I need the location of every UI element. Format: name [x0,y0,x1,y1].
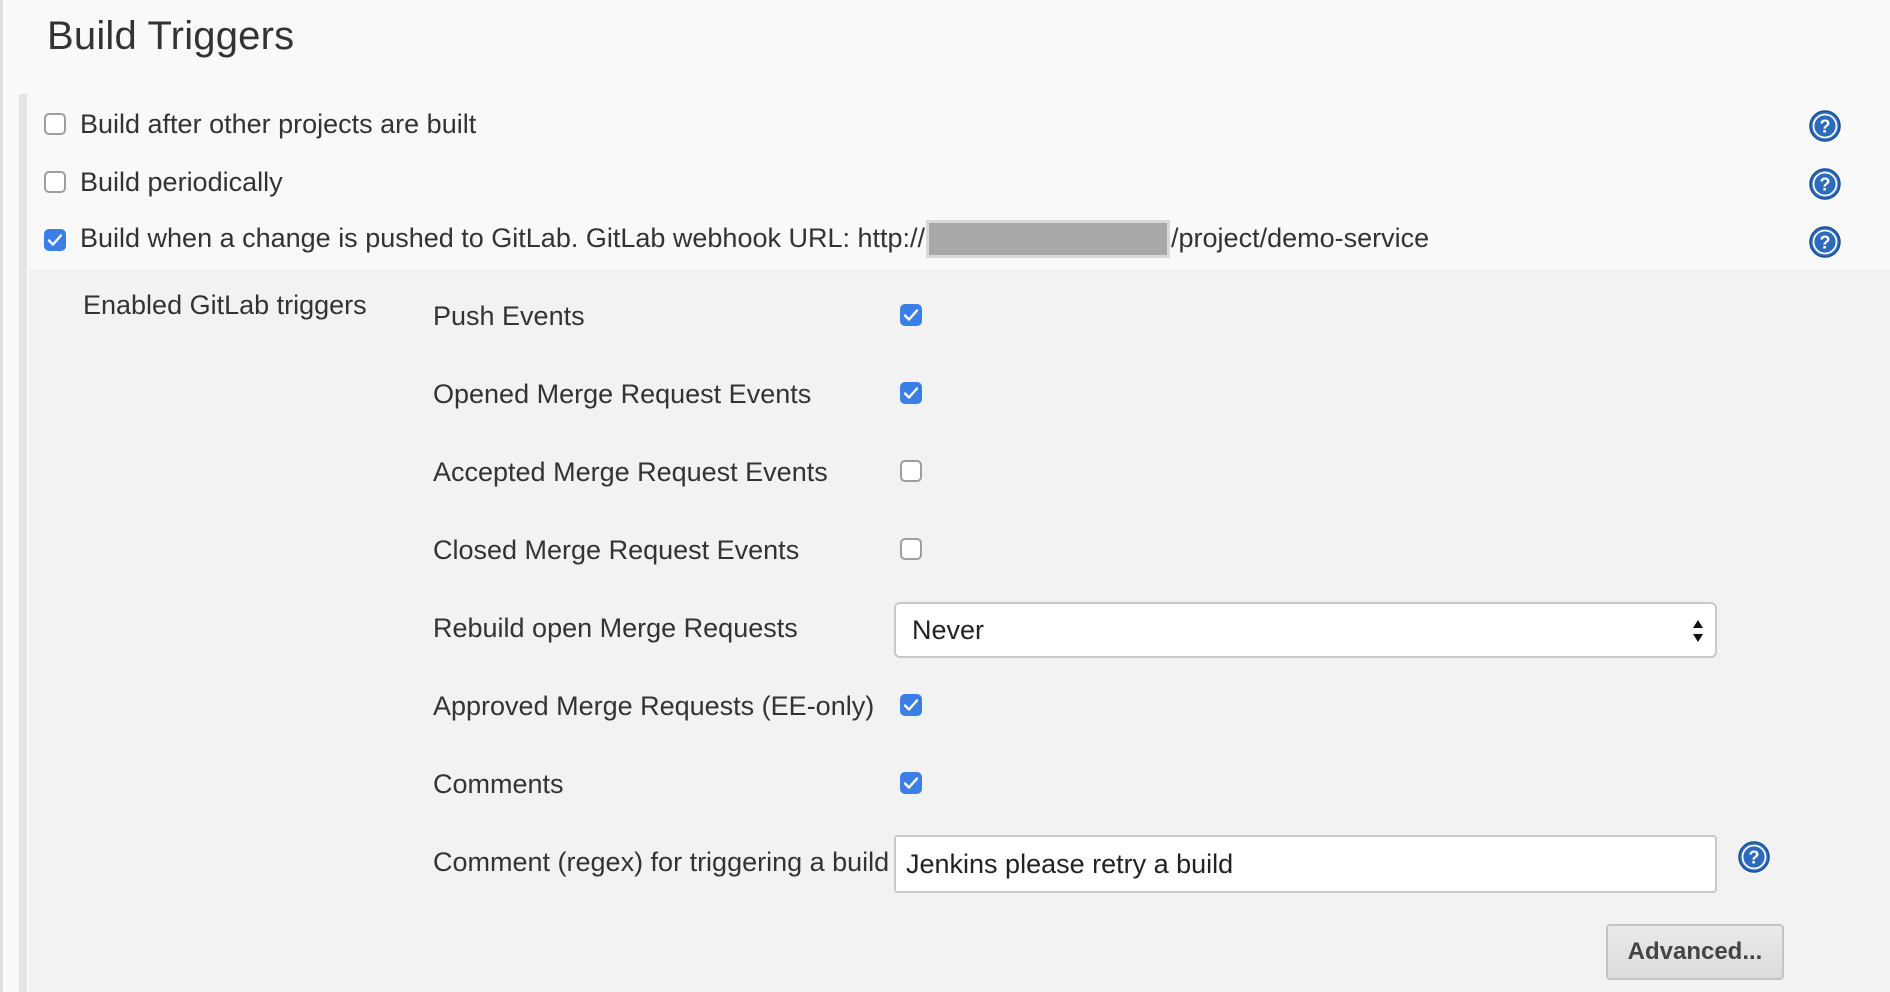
comment-regex-input[interactable] [894,835,1717,893]
rebuild-open-merge-requests-label: Rebuild open Merge Requests [433,613,798,643]
enabled-gitlab-triggers-label: Enabled GitLab triggers [83,290,367,320]
checkmark-icon [903,387,919,399]
section-group-bar [19,94,27,992]
trigger-build-after-other-projects[interactable]: Build after other projects are built [44,101,476,147]
checkmark-icon [47,234,63,246]
help-icon[interactable]: ? [1809,110,1841,142]
comments-label: Comments [433,769,564,799]
build-triggers-page: Build Triggers Build after other project… [0,0,1890,992]
svg-text:?: ? [1820,117,1831,137]
webhook-url-suffix: /project/demo-service [1171,223,1430,254]
build-after-other-projects-checkbox[interactable] [44,113,66,135]
rebuild-select-value: Never [912,614,985,645]
checkmark-icon [903,777,919,789]
trigger-label: Build after other projects are built [80,108,477,139]
svg-text:?: ? [1749,848,1760,868]
trigger-label: Build periodically [80,166,283,197]
push-events-label: Push Events [433,301,585,331]
checkmark-icon [903,699,919,711]
gitlab-webhook-label: Build when a change is pushed to GitLab.… [80,220,1430,259]
approved-merge-requests-checkbox[interactable] [900,694,922,716]
svg-text:?: ? [1820,175,1831,195]
trigger-build-periodically[interactable]: Build periodically [44,159,283,205]
accepted-merge-request-events-checkbox[interactable] [900,460,922,482]
opened-merge-request-events-checkbox[interactable] [900,382,922,404]
svg-text:?: ? [1820,233,1831,253]
accepted-merge-request-events-label: Accepted Merge Request Events [433,457,828,487]
help-icon[interactable]: ? [1809,168,1841,200]
build-periodically-checkbox[interactable] [44,171,66,193]
push-events-checkbox[interactable] [900,304,922,326]
page-left-border [0,0,3,992]
comment-regex-label: Comment (regex) for triggering a build [433,847,890,877]
approved-merge-requests-label: Approved Merge Requests (EE-only) [433,691,875,721]
closed-merge-request-events-label: Closed Merge Request Events [433,535,800,565]
redacted-host [926,220,1171,258]
comments-checkbox[interactable] [900,772,922,794]
closed-merge-request-events-checkbox[interactable] [900,538,922,560]
checkmark-icon [903,309,919,321]
section-title: Build Triggers [47,14,295,58]
help-icon[interactable]: ? [1738,841,1770,873]
opened-merge-request-events-label: Opened Merge Request Events [433,379,812,409]
rebuild-open-merge-requests-select[interactable]: Never [894,602,1717,658]
gitlab-push-checkbox[interactable] [44,229,66,251]
updown-arrows-icon [1693,620,1703,642]
advanced-button[interactable]: Advanced... [1606,924,1784,980]
help-icon[interactable]: ? [1809,226,1841,258]
webhook-url-prefix: Build when a change is pushed to GitLab.… [80,223,926,254]
trigger-build-on-gitlab-push[interactable]: Build when a change is pushed to GitLab.… [44,217,1429,263]
